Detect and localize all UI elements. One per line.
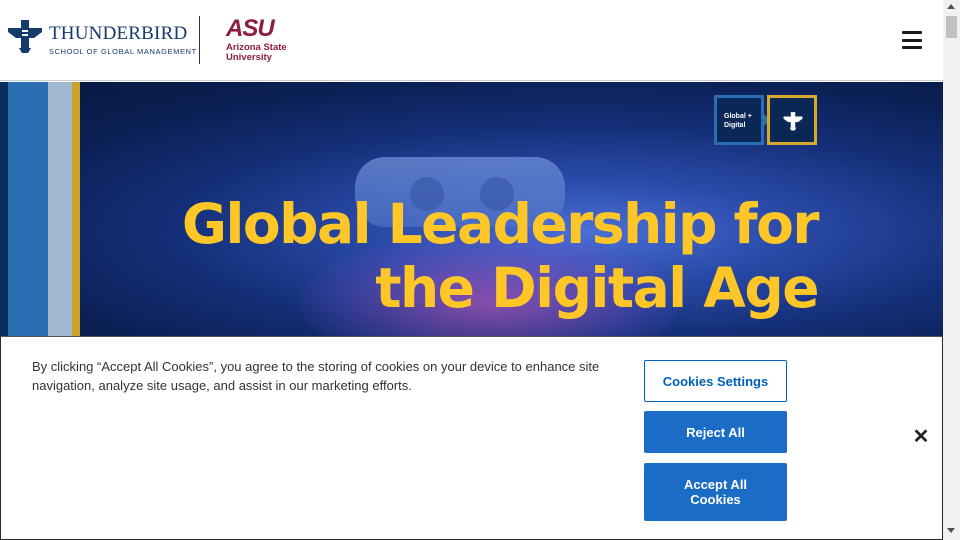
thunderbird-emblem-icon xyxy=(783,112,803,131)
asu-mark: ASU xyxy=(226,15,275,42)
global-digital-badge: Global + Digital xyxy=(714,95,817,146)
scrollbar-thumb[interactable] xyxy=(946,16,957,38)
hero-banner: Global + Digital Global Leadership for th… xyxy=(0,82,943,340)
decorative-stripe xyxy=(8,82,48,340)
thunderbird-logo[interactable]: THUNDERBIRD SCHOOL OF GLOBAL MANAGEMENT xyxy=(7,18,197,56)
accept-all-cookies-button[interactable]: Accept All Cookies xyxy=(644,463,787,521)
thunderbird-emblem-icon xyxy=(8,20,42,53)
asu-logo[interactable]: ASU Arizona State University xyxy=(226,15,287,63)
cookies-settings-button[interactable]: Cookies Settings xyxy=(644,360,787,402)
scroll-up-arrow-icon[interactable] xyxy=(947,4,955,9)
thunderbird-wordmark: THUNDERBIRD xyxy=(49,23,188,44)
reject-all-button[interactable]: Reject All xyxy=(644,411,787,453)
scroll-down-arrow-icon[interactable] xyxy=(947,528,955,533)
logo-divider xyxy=(199,16,200,64)
hero-title: Global Leadership for the Digital Age xyxy=(181,192,820,320)
close-icon[interactable]: ✕ xyxy=(912,427,930,447)
cookie-consent-text: By clicking “Accept All Cookies”, you ag… xyxy=(32,359,600,393)
vertical-scrollbar[interactable] xyxy=(943,0,960,540)
hamburger-menu-icon[interactable] xyxy=(902,31,922,49)
cookie-consent-banner: By clicking “Accept All Cookies”, you ag… xyxy=(0,336,943,540)
thunderbird-subtitle: SCHOOL OF GLOBAL MANAGEMENT xyxy=(49,47,197,56)
asu-name-line2: University xyxy=(226,52,272,63)
site-header: THUNDERBIRD SCHOOL OF GLOBAL MANAGEMENT … xyxy=(0,0,943,81)
